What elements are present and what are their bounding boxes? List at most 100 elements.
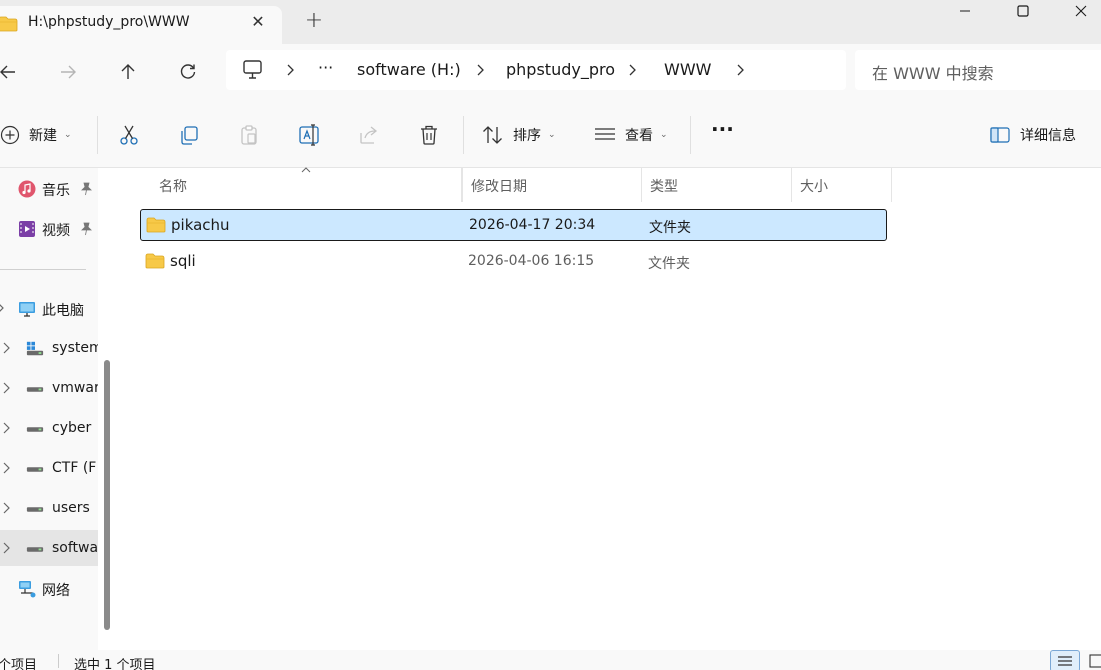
breadcrumb-software[interactable]: software (H:) [357, 60, 461, 79]
rename-icon [299, 124, 319, 146]
sidebar-item-music[interactable]: 音乐 [0, 170, 98, 206]
search-input[interactable]: 在 WWW 中搜索 [872, 60, 994, 84]
video-icon [19, 221, 35, 237]
music-icon [18, 180, 36, 198]
sidebar-item-drive-ctf[interactable]: CTF (F [0, 450, 98, 486]
close-tab-icon[interactable]: ✕ [248, 12, 268, 32]
more-icon: ··· [711, 117, 734, 141]
column-header-label: 名称 [159, 179, 187, 195]
tab-title: H:\phpstudy_pro\WWW [28, 14, 190, 30]
chevron-right-icon[interactable] [2, 381, 12, 395]
more-options-button[interactable]: ··· [711, 116, 734, 142]
title-bar: H:\phpstudy_pro\WWW ✕ + [0, 0, 1101, 44]
chevron-right-icon[interactable] [0, 301, 6, 315]
computer-icon [19, 302, 35, 317]
sidebar-item-drive-vmware[interactable]: vmwar [0, 370, 100, 406]
details-view-icon [1058, 656, 1072, 666]
drive-icon [26, 507, 44, 512]
column-header-label: 修改日期 [471, 179, 527, 195]
chevron-right-icon[interactable] [2, 541, 12, 555]
drive-icon [26, 387, 44, 392]
chevron-right-icon[interactable] [2, 341, 12, 355]
share-button[interactable] [358, 122, 380, 148]
file-list-view: 名称 修改日期 类型 大小 pikachu 2026-04-17 20:34 文… [118, 167, 1101, 650]
breadcrumb-www[interactable]: WWW [664, 60, 711, 79]
file-row[interactable]: sqli 2026-04-06 16:15 文件夹 [140, 246, 887, 278]
sidebar-item-drive-software[interactable]: softwa [0, 530, 98, 566]
status-bar: 个项目 选中 1 个项目 [0, 650, 1101, 670]
column-header-date[interactable]: 修改日期 [462, 168, 642, 202]
new-button[interactable]: 新建 ⌄ [0, 122, 72, 148]
chevron-right-icon[interactable] [474, 62, 488, 78]
minimize-icon [960, 10, 970, 12]
address-bar[interactable]: ··· software (H:) phpstudy_pro WWW [226, 50, 846, 90]
forward-arrow-icon [61, 65, 76, 79]
sidebar-item-network[interactable]: 网络 [0, 570, 98, 606]
rename-button[interactable] [298, 122, 322, 148]
file-row[interactable]: pikachu 2026-04-17 20:34 文件夹 [140, 209, 887, 241]
details-view-button[interactable] [1050, 650, 1080, 670]
pin-icon [81, 222, 92, 236]
chevron-right-icon[interactable] [2, 421, 12, 435]
sidebar-item-label: vmwar [52, 380, 100, 396]
close-window-button[interactable] [1052, 0, 1101, 22]
file-type: 文件夹 [648, 256, 690, 272]
computer-icon [243, 60, 262, 79]
sidebar-item-videos[interactable]: 视频 [0, 210, 98, 246]
sort-button[interactable]: 排序 ⌄ [482, 122, 556, 148]
column-header-size[interactable]: 大小 [792, 168, 892, 202]
sidebar-item-this-pc[interactable]: 此电脑 [0, 290, 98, 326]
details-pane-icon [990, 127, 1010, 143]
window-tab[interactable]: H:\phpstudy_pro\WWW ✕ [0, 6, 282, 44]
column-header-label: 大小 [800, 179, 828, 195]
plus-circle-icon [0, 125, 20, 145]
details-label: 详细信息 [1020, 128, 1076, 144]
breadcrumb-phpstudy-pro[interactable]: phpstudy_pro [506, 60, 615, 79]
search-box[interactable]: 在 WWW 中搜索 [855, 50, 1101, 90]
file-name: pikachu [171, 216, 230, 234]
minimize-button[interactable] [936, 0, 994, 22]
column-header-type[interactable]: 类型 [642, 168, 792, 202]
file-date: 2026-04-17 20:34 [469, 217, 596, 233]
back-button[interactable] [0, 58, 22, 86]
new-tab-button[interactable]: + [302, 10, 326, 34]
copy-icon [181, 126, 198, 145]
sidebar-divider [0, 269, 86, 270]
paste-button[interactable] [238, 122, 260, 148]
column-header-name[interactable]: 名称 [151, 167, 462, 202]
column-header-label: 类型 [650, 179, 678, 195]
breadcrumb-overflow[interactable]: ··· [318, 58, 333, 77]
drive-icon [26, 547, 44, 552]
delete-button[interactable] [418, 122, 440, 148]
sort-label: 排序 [513, 128, 541, 144]
details-pane-button[interactable]: 详细信息 [989, 122, 1076, 148]
sidebar-item-drive-system[interactable]: system [0, 330, 103, 366]
sidebar-item-drive-users[interactable]: users [0, 490, 98, 526]
divider [463, 116, 464, 154]
maximize-button[interactable] [994, 0, 1052, 22]
chevron-down-icon: ⌄ [660, 130, 668, 140]
share-icon [360, 126, 378, 144]
sidebar-item-label: softwa [52, 540, 99, 556]
sidebar-item-label: cyber [52, 420, 92, 436]
sidebar-item-label: users [52, 500, 90, 516]
refresh-button[interactable] [174, 58, 202, 86]
folder-icon [145, 253, 165, 269]
chevron-right-icon[interactable] [626, 62, 640, 78]
forward-button[interactable] [54, 58, 82, 86]
tiles-view-button[interactable] [1082, 650, 1101, 670]
view-button[interactable]: 查看 ⌄ [594, 122, 668, 148]
copy-button[interactable] [178, 122, 200, 148]
chevron-right-icon[interactable] [284, 62, 298, 78]
new-label: 新建 [29, 128, 57, 144]
file-type: 文件夹 [649, 220, 691, 236]
sidebar-scrollbar-thumb[interactable] [104, 360, 110, 630]
cut-button[interactable] [118, 122, 140, 148]
command-bar: 新建 ⌄ 排序 ⌄ 查看 ⌄ ··· 详细信息 [0, 100, 1101, 168]
view-list-icon [595, 128, 615, 140]
chevron-right-icon[interactable] [2, 461, 12, 475]
chevron-right-icon[interactable] [2, 501, 12, 515]
sidebar-item-drive-cyber[interactable]: cyber [0, 410, 98, 446]
up-button[interactable] [114, 58, 142, 86]
chevron-right-icon[interactable] [734, 62, 748, 78]
